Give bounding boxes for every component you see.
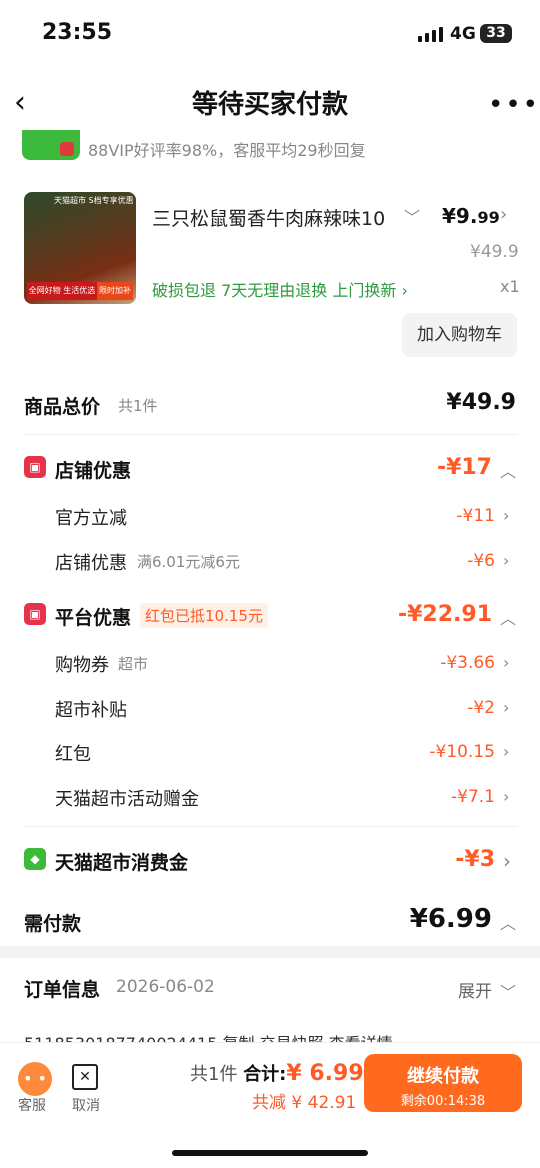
platform-discount-label: 平台优惠 [55,607,132,629]
section-separator [0,946,540,958]
platform-item-amount: -¥3.66 [440,653,495,673]
original-price: ¥49.9 [470,242,519,262]
platform-item-label: 超市补贴 [55,700,127,721]
order-date: 2026-06-02 [116,977,215,997]
platform-item-amount: -¥7.1 [451,787,495,807]
divider [24,434,518,435]
total-count: 共1件 [190,1064,238,1085]
expand-button[interactable]: 展开 [458,977,492,1002]
service-tags[interactable]: 破损包退 7天无理由退换 上门换新 › [152,277,408,301]
chevron-up-icon[interactable]: ︿ [500,910,516,934]
page-title: 等待买家付款 [191,90,348,120]
platform-item-label: 购物券 [55,655,109,676]
customer-service-icon[interactable]: • • [18,1062,52,1096]
platform-item-amount: -¥2 [467,698,495,718]
price-dec: 99 [477,208,500,227]
consume-gold-amount: -¥3 [455,847,495,872]
product-title[interactable]: 三只松鼠蜀香牛肉麻辣味10 [152,204,402,231]
product-quantity: x1 [500,277,520,296]
red-packet-tag: 红包已抵10.15元 [140,603,268,628]
image-band-right: 限时加补 [97,282,133,300]
chevron-up-icon[interactable]: ︿ [500,458,516,482]
shop-info: 88VIP好评率98%，客服平均29秒回复 [88,141,366,160]
store-discount-amount: -¥17 [436,455,492,480]
platform-item-amount: -¥10.15 [429,742,495,762]
cancel-icon[interactable]: ✕ [72,1064,98,1090]
chevron-right-icon[interactable]: › [500,204,507,225]
gold-icon: ◆ [24,848,46,870]
chevron-right-icon[interactable]: › [503,506,509,525]
total-amount: ¥ 6.99 [286,1061,364,1086]
chevron-up-icon[interactable]: ︿ [500,605,516,629]
store-item-label: 店铺优惠 [55,553,127,574]
consume-gold-label: 天猫超市消费金 [55,852,189,874]
chevron-right-icon[interactable]: › [503,698,509,717]
more-button[interactable]: ••• [488,90,540,120]
chevron-right-icon[interactable]: › [503,653,509,672]
cancel-label[interactable]: 取消 [72,1095,100,1115]
pay-countdown: 剩余00:14:38 [400,1094,486,1109]
order-info-label: 订单信息 [24,979,101,1001]
chevron-right-icon[interactable]: › [503,787,509,806]
product-image[interactable]: 天猫超市 S档专享优惠 全网好物 生活优选 限时加补 [24,192,136,304]
add-to-cart-button[interactable]: 加入购物车 [402,313,517,357]
platform-item-sub: 超市 [118,655,149,673]
network-type: 4G [450,24,476,44]
chevron-right-icon[interactable]: › [503,551,509,570]
payable-amount: ¥6.99 [409,904,492,934]
platform-item-label: 红包 [55,744,91,765]
price-int: 9. [455,204,478,228]
store-item-amount: -¥11 [456,506,495,526]
pay-button-label: 继续付款 [407,1066,479,1087]
product-image-band: 全网好物 生活优选 限时加补 [27,282,133,300]
total-label: 合计: [243,1064,287,1085]
chevron-right-icon[interactable]: › [503,742,509,761]
continue-pay-button[interactable]: 继续付款 剩余00:14:38 [364,1054,522,1112]
status-bar: 23:55 4G 33 [0,0,540,68]
goods-total-label: 商品总价 [24,396,101,418]
store-item-sub: 满6.01元减6元 [137,553,240,571]
price-symbol: ¥ [442,204,456,228]
chevron-down-icon[interactable]: ﹀ [500,979,516,1003]
store-item-label: 官方立减 [55,508,127,529]
image-band-left: 全网好物 生活优选 [27,282,97,300]
divider [24,826,518,827]
battery-icon: 33 [480,24,512,43]
shop-logo[interactable] [22,130,80,160]
status-time: 23:55 [42,20,113,45]
signal-icon [418,27,443,42]
store-item-amount: -¥6 [467,551,495,571]
chevron-right-icon[interactable]: › [503,849,511,873]
total-row: 共1件 合计:¥ 6.99 [190,1060,364,1086]
platform-item-label: 天猫超市活动赠金 [55,789,199,810]
store-discount-label: 店铺优惠 [55,460,132,482]
platform-icon: ▣ [24,603,46,625]
product-price: ¥9.99 [442,204,500,228]
platform-discount-amount: -¥22.91 [397,602,492,627]
home-indicator [172,1150,368,1156]
customer-service-label[interactable]: 客服 [18,1095,46,1115]
product-image-tag: 天猫超市 S档专享优惠 [54,196,134,205]
goods-total-amount: ¥49.9 [446,390,516,415]
goods-count: 共1件 [118,397,158,415]
chevron-down-icon[interactable]: ﹀ [404,204,420,228]
store-icon: ▣ [24,456,46,478]
saved-amount: 共减 ¥ 42.91 [252,1093,357,1113]
payable-label: 需付款 [24,913,82,935]
